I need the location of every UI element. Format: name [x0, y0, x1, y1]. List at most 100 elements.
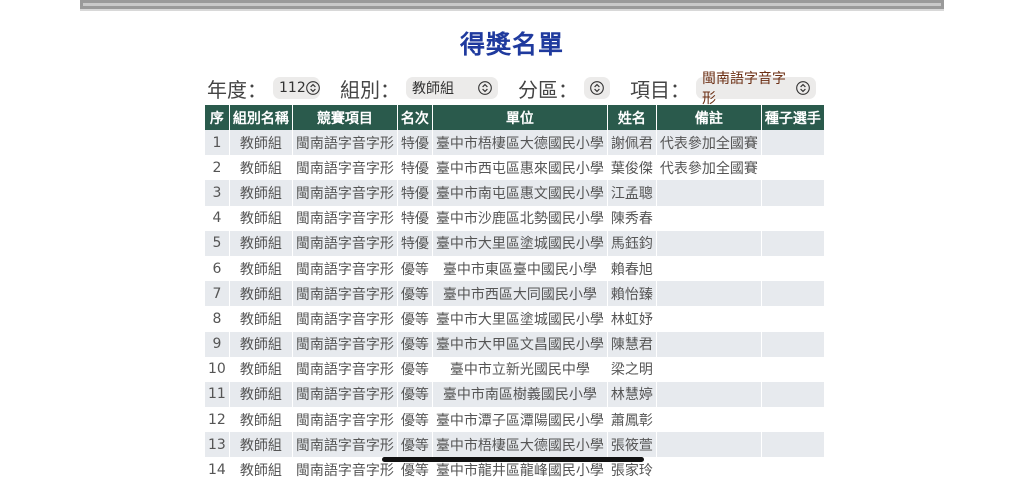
cell-name: 賴怡臻 [607, 281, 657, 307]
cell-competition: 閩南語字音字形 [292, 331, 398, 357]
item-select-value: 閩南語字音字形 [702, 71, 786, 107]
header-unit: 單位 [432, 105, 608, 130]
top-frame-bar [80, 0, 944, 11]
table-row: 1 教師組 閩南語字音字形 特優 臺中市梧棲區大德國民小學 謝佩君 代表參加全國賽 [205, 130, 824, 156]
cell-name: 陳慧君 [607, 331, 657, 357]
header-seed: 種子選手 [761, 105, 824, 130]
cell-seq: 12 [205, 407, 230, 433]
header-group-name: 組別名稱 [229, 105, 293, 130]
cell-group-name: 教師組 [229, 381, 293, 408]
cell-seed [761, 457, 824, 483]
cell-rank: 優等 [397, 306, 433, 332]
cell-seq: 1 [205, 130, 230, 156]
cell-rank: 特優 [397, 155, 433, 181]
cell-unit: 臺中市沙鹿區北勢國民小學 [432, 205, 608, 231]
cell-seed [761, 281, 824, 307]
cell-seed [761, 180, 824, 206]
cell-seq: 14 [205, 457, 230, 483]
table-row: 10 教師組 閩南語字音字形 優等 臺中市立新光國民中學 梁之明 [205, 356, 824, 382]
cell-name: 陳秀春 [607, 205, 657, 231]
cell-note: 代表參加全國賽 [656, 155, 762, 181]
cell-seq: 5 [205, 230, 230, 256]
year-select-value: 112 [279, 80, 306, 96]
header-seq: 序 [205, 105, 230, 130]
header-note: 備註 [656, 105, 762, 130]
cell-competition: 閩南語字音字形 [292, 407, 398, 433]
table-row: 11 教師組 閩南語字音字形 優等 臺中市南區樹義國民小學 林慧婷 [205, 381, 824, 408]
cell-name: 蕭鳳彰 [607, 407, 657, 433]
cell-group-name: 教師組 [229, 306, 293, 332]
table-header-row: 序 組別名稱 競賽項目 名次 單位 姓名 備註 種子選手 [205, 105, 824, 130]
cell-seed [761, 255, 824, 282]
cell-seq: 9 [205, 331, 230, 357]
cell-competition: 閩南語字音字形 [292, 306, 398, 332]
cell-rank: 特優 [397, 205, 433, 231]
cell-group-name: 教師組 [229, 407, 293, 433]
cell-unit: 臺中市梧棲區大德國民小學 [432, 130, 608, 156]
cell-unit: 臺中市梧棲區大德國民小學 [432, 432, 608, 458]
cell-seq: 4 [205, 205, 230, 231]
cell-competition: 閩南語字音字形 [292, 130, 398, 156]
cell-competition: 閩南語字音字形 [292, 205, 398, 231]
cell-group-name: 教師組 [229, 331, 293, 357]
area-select[interactable] [584, 77, 610, 99]
header-rank: 名次 [397, 105, 433, 130]
cell-unit: 臺中市大里區塗城國民小學 [432, 306, 608, 332]
cell-name: 馬鈺鈞 [607, 230, 657, 256]
cell-competition: 閩南語字音字形 [292, 281, 398, 307]
cell-rank: 優等 [397, 356, 433, 382]
table-row: 7 教師組 閩南語字音字形 優等 臺中市西區大同國民小學 賴怡臻 [205, 281, 824, 307]
cell-group-name: 教師組 [229, 230, 293, 256]
group-select[interactable]: 教師組 [406, 77, 498, 99]
table-row: 9 教師組 閩南語字音字形 優等 臺中市大甲區文昌國民小學 陳慧君 [205, 331, 824, 357]
cell-rank: 優等 [397, 432, 433, 458]
group-select-value: 教師組 [412, 81, 454, 97]
table-row: 2 教師組 閩南語字音字形 特優 臺中市西屯區惠來國民小學 葉俊傑 代表參加全國賽 [205, 155, 824, 181]
cell-competition: 閩南語字音字形 [292, 255, 398, 282]
filter-bar: 年度： 112 組別： 教師組 分區： 項目： 閩南語字音字形 [207, 71, 836, 107]
cell-note [656, 205, 762, 231]
table-row: 4 教師組 閩南語字音字形 特優 臺中市沙鹿區北勢國民小學 陳秀春 [205, 205, 824, 231]
cell-competition: 閩南語字音字形 [292, 155, 398, 181]
cell-note [656, 180, 762, 206]
header-name: 姓名 [607, 105, 657, 130]
cell-seq: 6 [205, 255, 230, 282]
table-row: 12 教師組 閩南語字音字形 優等 臺中市潭子區潭陽國民小學 蕭鳳彰 [205, 407, 824, 433]
cell-unit: 臺中市東區臺中國民小學 [432, 255, 608, 282]
table-row: 13 教師組 閩南語字音字形 優等 臺中市梧棲區大德國民小學 張筱萱 [205, 432, 824, 458]
cell-seq: 3 [205, 180, 230, 206]
table-row: 6 教師組 閩南語字音字形 優等 臺中市東區臺中國民小學 賴春旭 [205, 255, 824, 282]
cell-group-name: 教師組 [229, 356, 293, 382]
area-label: 分區： [518, 77, 578, 102]
table-row: 3 教師組 閩南語字音字形 特優 臺中市南屯區惠文國民小學 江孟聰 [205, 180, 824, 206]
cell-note [656, 331, 762, 357]
chevron-updown-icon [305, 81, 320, 95]
cell-group-name: 教師組 [229, 180, 293, 206]
cell-unit: 臺中市南區樹義國民小學 [432, 381, 608, 408]
item-select[interactable]: 閩南語字音字形 [696, 71, 816, 107]
top-frame-inner [83, 3, 941, 6]
cell-unit: 臺中市大里區塗城國民小學 [432, 230, 608, 256]
cell-rank: 特優 [397, 180, 433, 206]
cell-rank: 特優 [397, 130, 433, 156]
cell-name: 葉俊傑 [607, 155, 657, 181]
cell-seed [761, 432, 824, 458]
cell-name: 謝佩君 [607, 130, 657, 156]
cell-group-name: 教師組 [229, 205, 293, 231]
cell-seed [761, 407, 824, 433]
cell-seq: 13 [205, 432, 230, 458]
cell-seq: 8 [205, 306, 230, 332]
year-label: 年度： [207, 77, 267, 102]
cell-competition: 閩南語字音字形 [292, 230, 398, 256]
cell-seed [761, 356, 824, 382]
cell-seed [761, 230, 824, 256]
cell-competition: 閩南語字音字形 [292, 432, 398, 458]
cell-group-name: 教師組 [229, 281, 293, 307]
item-label: 項目： [630, 77, 690, 102]
cell-seed [761, 130, 824, 156]
cell-group-name: 教師組 [229, 432, 293, 458]
cell-competition: 閩南語字音字形 [292, 457, 398, 483]
year-select[interactable]: 112 [273, 77, 320, 99]
cell-name: 林慧婷 [607, 381, 657, 408]
chevron-updown-icon [796, 81, 810, 95]
